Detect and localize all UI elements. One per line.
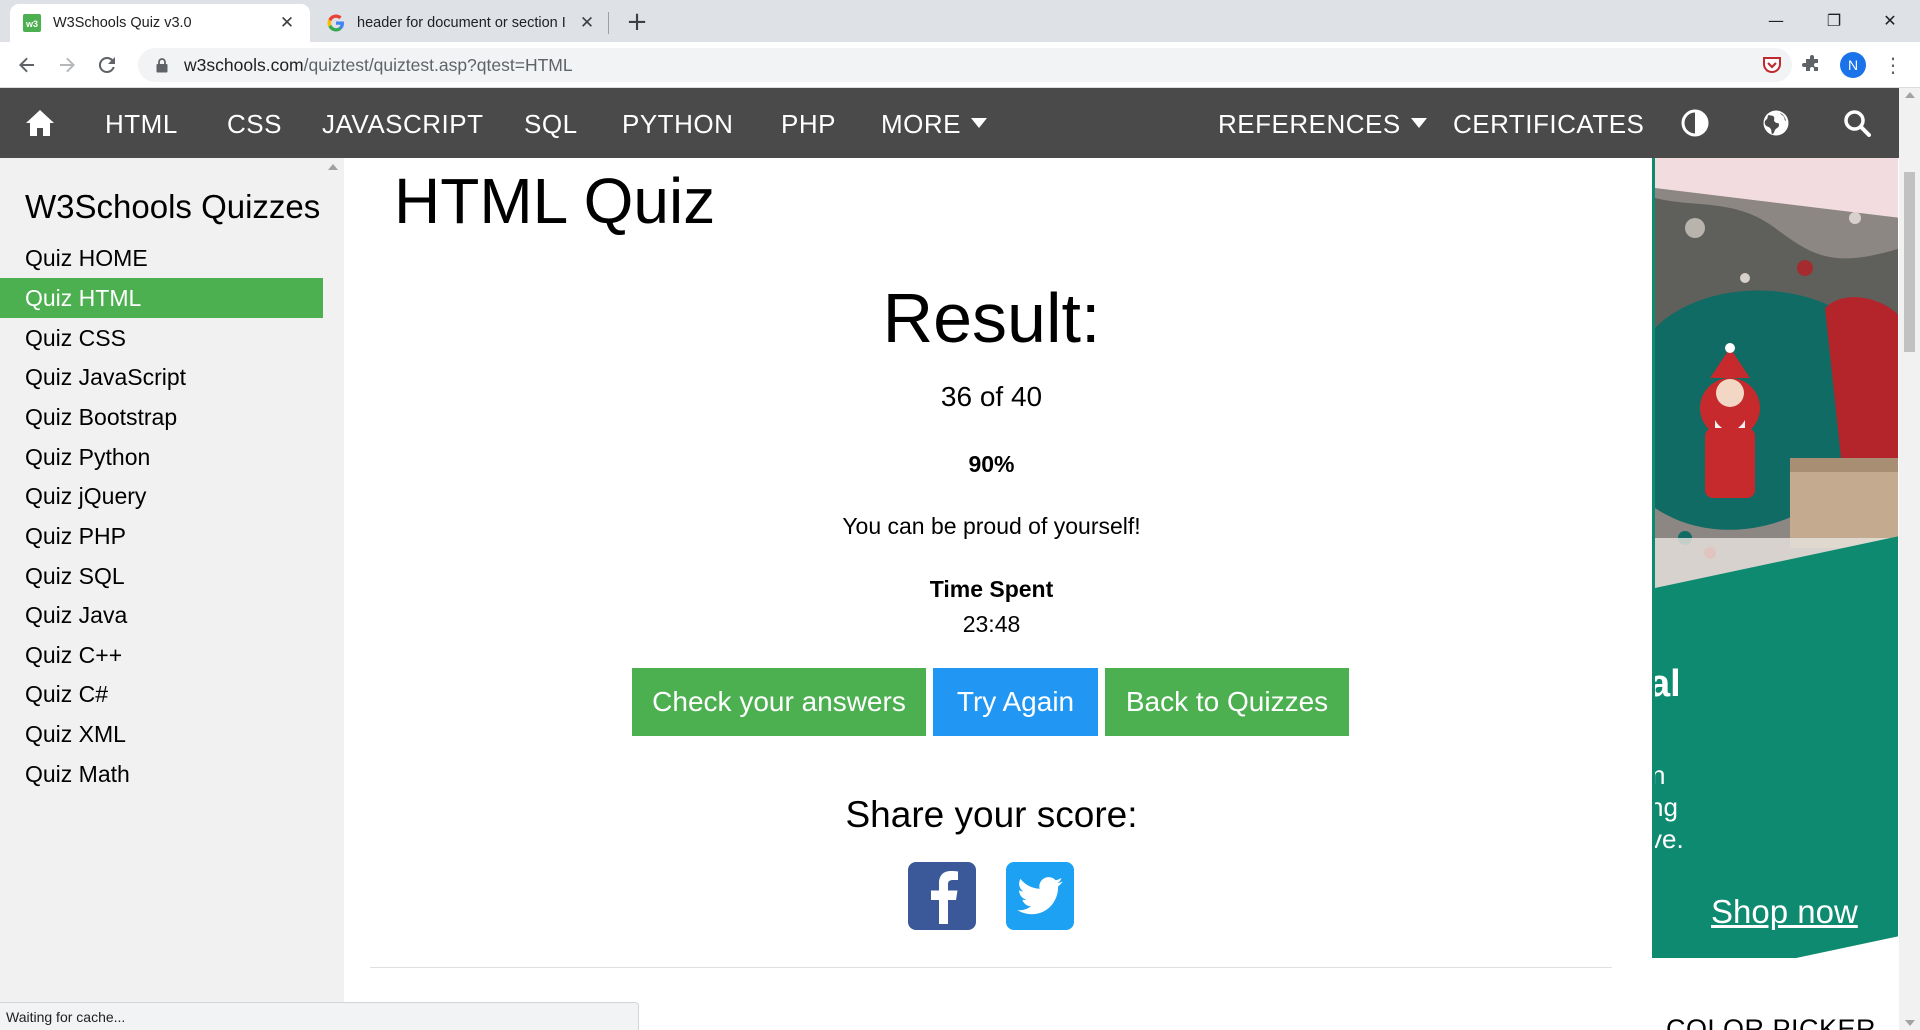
page-scrollbar[interactable]	[1899, 88, 1920, 1030]
facebook-share-icon[interactable]	[908, 862, 976, 930]
sidebar-item-quiz-java[interactable]: Quiz Java	[0, 595, 323, 635]
result-message: You can be proud of yourself!	[842, 513, 1141, 539]
browser-toolbar: w3schools.com/quiztest/quiztest.asp?qtes…	[0, 42, 1920, 88]
nav-python[interactable]: PYTHON	[622, 88, 733, 158]
svg-text:w3: w3	[25, 19, 38, 29]
google-favicon-icon	[326, 13, 346, 33]
browser-tab-strip: w3 W3Schools Quiz v3.0 ✕ header for docu…	[0, 0, 1920, 42]
quiz-sidebar: W3Schools Quizzes Quiz HOME Quiz HTML Qu…	[0, 158, 344, 1030]
nav-more-label: MORE	[881, 109, 961, 139]
nav-javascript[interactable]: JAVASCRIPT	[322, 88, 484, 158]
try-again-button[interactable]: Try Again	[933, 668, 1098, 736]
check-answers-button[interactable]: Check your answers	[632, 668, 926, 736]
site-top-nav: HTML CSS JAVASCRIPT SQL PYTHON PHP MORE …	[0, 88, 1899, 158]
w3schools-favicon-icon: w3	[22, 13, 42, 33]
nav-references[interactable]: REFERENCES	[1218, 88, 1427, 158]
main-content: HTML Quiz Result: 36 of 40 90% You can b…	[344, 158, 1639, 1030]
browser-menu-icon[interactable]: ⋮	[1880, 52, 1906, 78]
back-arrow-icon[interactable]	[12, 50, 42, 80]
sidebar-item-quiz-jquery[interactable]: Quiz jQuery	[0, 476, 323, 516]
result-heading: Result:	[882, 279, 1101, 357]
ad-body-fragment: ve.	[1652, 824, 1684, 854]
color-picker-heading: COLOR PICKER	[1666, 1014, 1877, 1030]
globe-icon[interactable]	[1760, 107, 1792, 139]
reload-icon[interactable]	[92, 50, 122, 80]
sidebar-scroll-up-arrow[interactable]	[328, 164, 338, 170]
ad-shop-now-link[interactable]: Shop now	[1711, 893, 1858, 931]
advertisement-banner[interactable]: al n ng ve. Shop now	[1652, 158, 1898, 958]
back-to-quizzes-button[interactable]: Back to Quizzes	[1105, 668, 1349, 736]
browser-status-bar: Waiting for cache...	[0, 1002, 639, 1030]
time-spent-value: 23:48	[962, 611, 1021, 637]
new-tab-button[interactable]: +	[622, 8, 652, 38]
sidebar-item-quiz-javascript[interactable]: Quiz JavaScript	[0, 357, 323, 397]
sidebar-title: W3Schools Quizzes	[25, 188, 321, 225]
nav-references-label: REFERENCES	[1218, 109, 1401, 139]
ad-headline-fragment: al	[1652, 663, 1681, 705]
extensions-puzzle-icon[interactable]	[1799, 52, 1825, 78]
restore-button[interactable]: ❐	[1806, 0, 1862, 40]
address-bar[interactable]: w3schools.com/quiztest/quiztest.asp?qtes…	[138, 48, 1792, 82]
caret-down-icon	[1410, 118, 1427, 128]
home-icon[interactable]	[24, 107, 56, 139]
sidebar-item-quiz-csharp[interactable]: Quiz C#	[0, 674, 323, 714]
minimize-button[interactable]: —	[1748, 0, 1804, 40]
tab-title: W3Schools Quiz v3.0	[53, 15, 192, 31]
url-host: w3schools.com	[184, 54, 304, 75]
nav-css[interactable]: CSS	[227, 88, 282, 158]
ad-body-fragment: ng	[1655, 792, 1678, 822]
scrollbar-thumb[interactable]	[1904, 172, 1915, 352]
sidebar-item-quiz-cpp[interactable]: Quiz C++	[0, 635, 323, 675]
sidebar-item-quiz-home[interactable]: Quiz HOME	[0, 238, 323, 278]
twitter-share-icon[interactable]	[1006, 862, 1074, 930]
tab-separator	[608, 12, 609, 34]
nav-sql[interactable]: SQL	[524, 88, 578, 158]
lock-icon[interactable]	[154, 57, 170, 73]
ad-body-fragment: n	[1652, 760, 1666, 790]
sidebar-item-quiz-sql[interactable]: Quiz SQL	[0, 556, 323, 596]
nav-html[interactable]: HTML	[105, 88, 178, 158]
sidebar-item-quiz-math[interactable]: Quiz Math	[0, 754, 323, 794]
page-title: HTML Quiz	[394, 165, 716, 237]
sidebar-item-quiz-bootstrap[interactable]: Quiz Bootstrap	[0, 397, 323, 437]
url-text: w3schools.com/quiztest/quiztest.asp?qtes…	[184, 55, 573, 76]
tab-w3schools-quiz[interactable]: w3 W3Schools Quiz v3.0 ✕	[10, 4, 310, 42]
profile-avatar[interactable]: N	[1840, 52, 1866, 78]
forward-arrow-icon[interactable]	[52, 50, 82, 80]
nav-php[interactable]: PHP	[781, 88, 836, 158]
score-text: 36 of 40	[940, 381, 1043, 412]
content-divider	[370, 967, 1612, 968]
close-tab-icon[interactable]: ✕	[576, 12, 598, 34]
url-path: /quiztest/quiztest.asp?qtest=HTML	[303, 54, 573, 75]
tab-title: header for document or section I	[357, 15, 566, 31]
score-percent: 90%	[968, 451, 1015, 477]
tab-google-search[interactable]: header for document or section I ✕	[314, 4, 610, 42]
scroll-down-arrow[interactable]	[1905, 1020, 1915, 1026]
sidebar-item-quiz-python[interactable]: Quiz Python	[0, 437, 323, 477]
dark-mode-icon[interactable]	[1679, 107, 1711, 139]
scroll-up-arrow[interactable]	[1905, 92, 1915, 98]
close-window-button[interactable]: ✕	[1862, 0, 1918, 40]
search-icon[interactable]	[1841, 107, 1873, 139]
caret-down-icon	[971, 118, 987, 128]
sidebar-item-quiz-xml[interactable]: Quiz XML	[0, 714, 323, 754]
share-heading: Share your score:	[845, 794, 1138, 835]
sidebar-item-quiz-css[interactable]: Quiz CSS	[0, 318, 323, 358]
close-tab-icon[interactable]: ✕	[276, 12, 298, 34]
sidebar-item-quiz-php[interactable]: Quiz PHP	[0, 516, 323, 556]
nav-certificates[interactable]: CERTIFICATES	[1453, 88, 1644, 158]
pocket-extension-icon[interactable]	[1759, 52, 1785, 78]
time-spent-label: Time Spent	[929, 576, 1054, 602]
nav-more[interactable]: MORE	[881, 88, 987, 158]
sidebar-item-quiz-html[interactable]: Quiz HTML	[0, 278, 323, 318]
